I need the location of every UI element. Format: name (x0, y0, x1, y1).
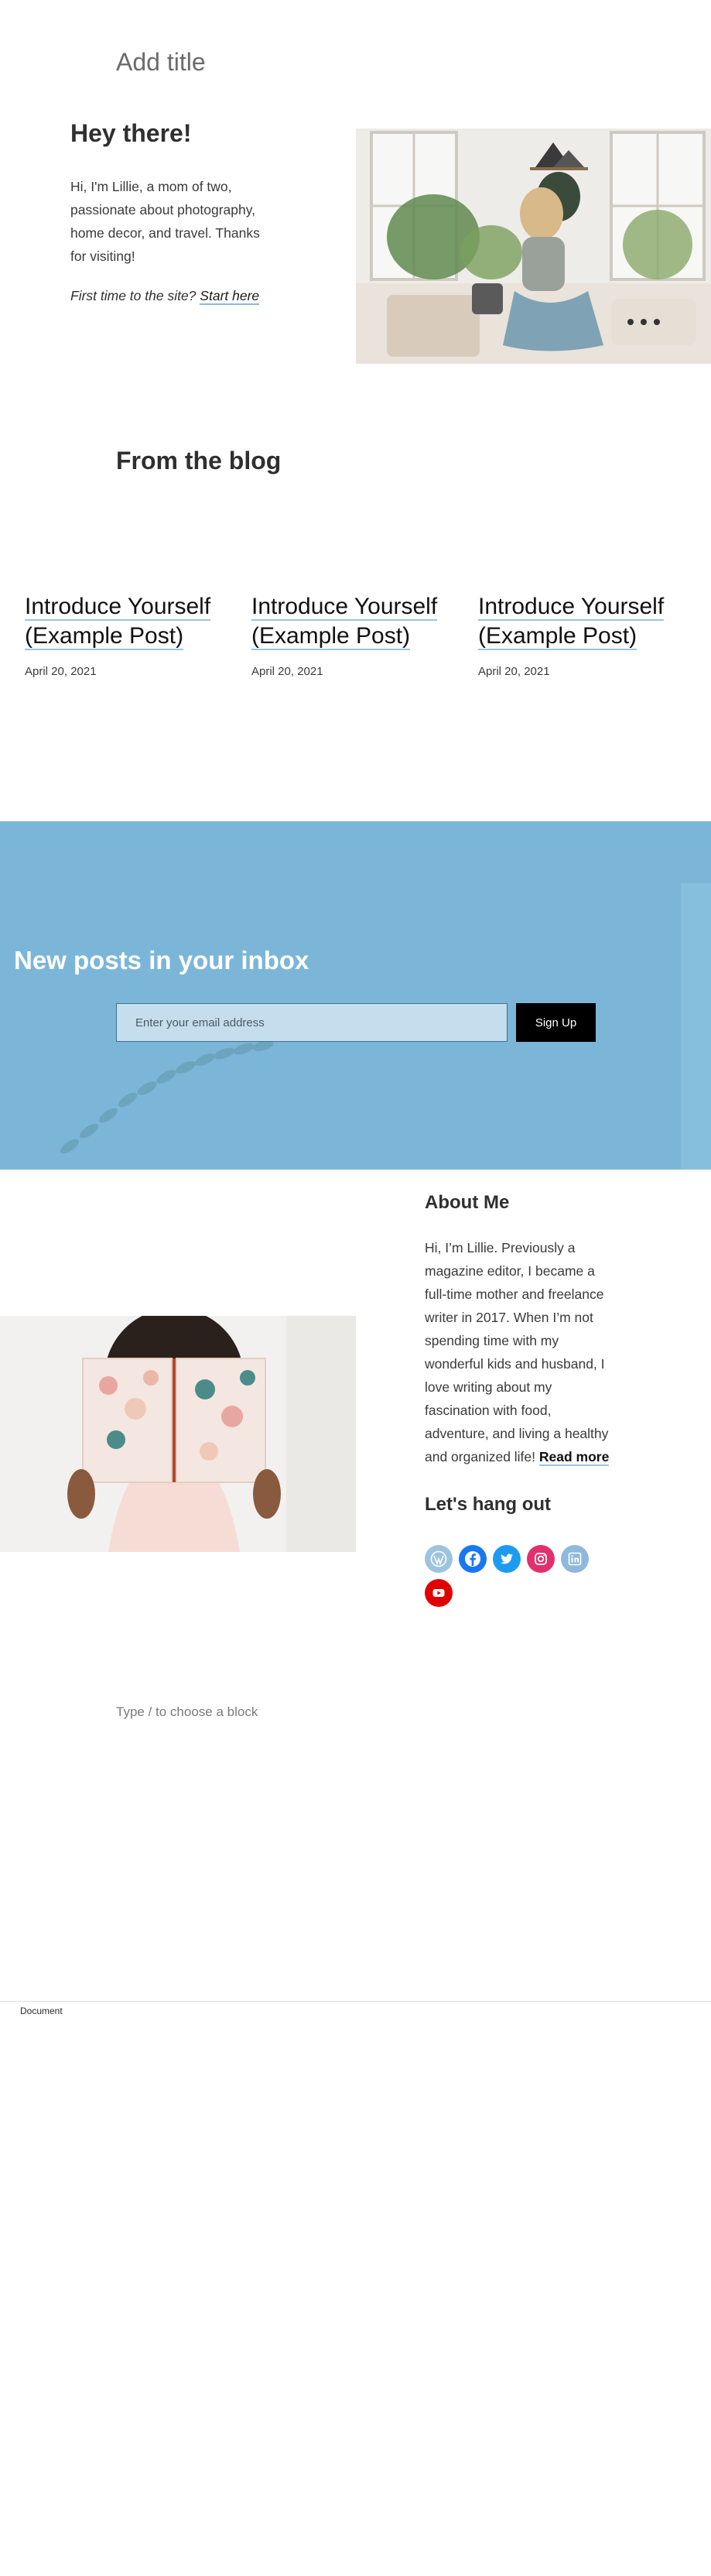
blog-post-card: Introduce Yourself (Example Post) April … (478, 592, 687, 678)
intro-cta: First time to the site? Start here (70, 288, 260, 305)
youtube-icon[interactable] (425, 1579, 453, 1607)
blog-post-date: April 20, 2021 (25, 665, 97, 678)
intro-cta-prefix: First time to the site? (70, 288, 197, 303)
blog-heading: From the blog (116, 447, 282, 474)
facebook-icon[interactable] (459, 1545, 487, 1573)
instagram-icon[interactable] (527, 1545, 555, 1573)
blog-post-title[interactable]: Introduce Yourself (Example Post) (25, 592, 234, 651)
intro-heading: Hey there! (70, 119, 192, 147)
blog-post-date: April 20, 2021 (478, 665, 550, 678)
blog-post-card: Introduce Yourself (Example Post) April … (251, 592, 460, 678)
subscribe-cover (0, 821, 711, 1170)
about-photo (0, 1316, 356, 1552)
social-icons (425, 1545, 603, 1607)
blog-post-date: April 20, 2021 (251, 665, 323, 678)
start-here-link[interactable]: Start here (200, 288, 260, 305)
post-title-placeholder[interactable]: Add title (116, 48, 206, 77)
blog-post-card: Introduce Yourself (Example Post) April … (25, 592, 234, 678)
document-breadcrumb[interactable]: Document (20, 2006, 63, 2016)
email-input[interactable]: Enter your email address (116, 1003, 508, 1042)
about-paragraph: Hi, I’m Lillie. Previously a magazine ed… (425, 1240, 610, 1466)
linkedin-icon[interactable] (561, 1545, 589, 1573)
sign-up-button[interactable]: Sign Up (516, 1003, 596, 1042)
hero-photo (356, 128, 711, 364)
social-heading: Let's hang out (425, 1494, 552, 1515)
about-heading: About Me (425, 1192, 510, 1213)
read-more-link[interactable]: Read more (538, 1449, 610, 1466)
subscribe-heading: New posts in your inbox (14, 946, 309, 975)
twitter-icon[interactable] (493, 1545, 521, 1573)
editor-footer-divider (0, 2001, 711, 2002)
intro-paragraph: Hi, I'm Lillie, a mom of two, passionate… (70, 179, 260, 264)
blog-post-title[interactable]: Introduce Yourself (Example Post) (251, 592, 460, 651)
blog-post-title[interactable]: Introduce Yourself (Example Post) (478, 592, 687, 651)
wordpress-icon[interactable] (425, 1545, 453, 1573)
block-placeholder[interactable]: Type / to choose a block (116, 1704, 258, 1720)
